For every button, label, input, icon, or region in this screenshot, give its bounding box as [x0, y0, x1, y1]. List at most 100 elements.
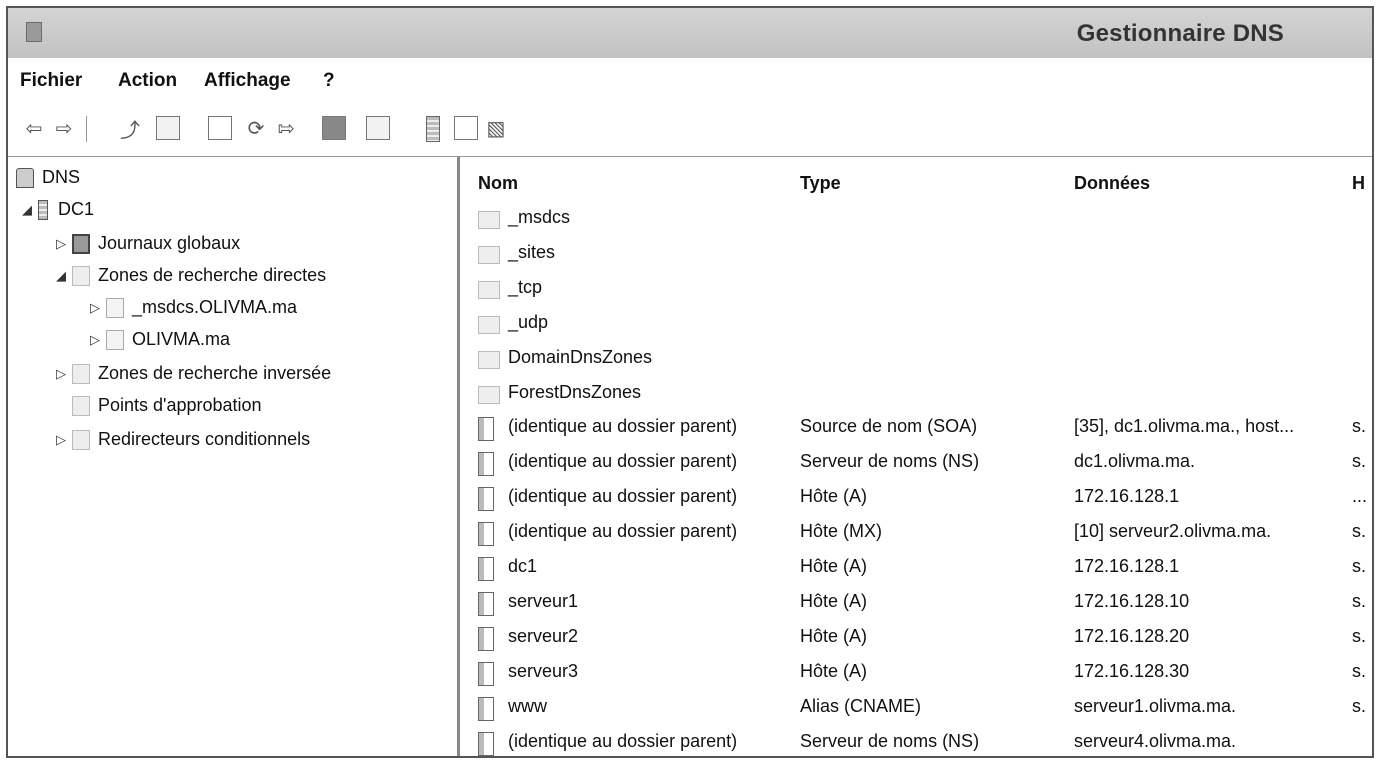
toolbar: ⇦ ⇨ ⤴ ⟳ ⇰ ▧	[8, 102, 1372, 157]
back-arrow-icon[interactable]: ⇦	[22, 116, 46, 140]
expand-arrow-icon[interactable]: ▷	[56, 366, 72, 382]
record-icon	[478, 557, 494, 581]
table-row[interactable]: ForestDnsZones	[460, 378, 1372, 410]
cell-type: Hôte (A)	[800, 590, 868, 611]
tree-node-dns[interactable]: DNS	[16, 167, 80, 188]
folder-icon	[478, 280, 500, 299]
export-list-icon[interactable]: ⇰	[274, 116, 298, 140]
properties-icon[interactable]	[208, 116, 232, 140]
new-record-icon[interactable]	[454, 116, 478, 140]
menu-help[interactable]: ?	[323, 70, 335, 92]
cell-data: dc1.olivma.ma.	[1074, 451, 1196, 472]
app-icon[interactable]	[26, 22, 42, 42]
cell-name: serveur3	[508, 660, 579, 681]
table-row[interactable]: dc1 Hôte (A) 172.16.128.1 s.	[460, 552, 1372, 584]
table-row[interactable]: _sites	[460, 238, 1372, 270]
server-icon[interactable]	[426, 116, 440, 142]
expand-arrow-icon[interactable]: ▷	[90, 300, 106, 316]
action-pane-icon[interactable]	[366, 116, 390, 140]
cell-data: 172.16.128.30	[1074, 660, 1190, 681]
forward-arrow-icon[interactable]: ⇨	[52, 116, 76, 140]
record-icon	[478, 591, 494, 616]
cell-name: serveur2	[508, 625, 579, 646]
tree-label-forward-zones: Zones de recherche directes	[98, 265, 327, 285]
window-title: Gestionnaire DNS	[1076, 20, 1284, 47]
collapse-arrow-icon[interactable]: ◢	[56, 268, 72, 284]
new-zone-icon[interactable]: ▧	[484, 116, 508, 140]
tree-node-zone-msdcs[interactable]: ▷ _msdcs.OLIVMA.ma	[90, 297, 297, 318]
column-header-data[interactable]: Données	[1074, 173, 1150, 194]
menu-fichier[interactable]: Fichier	[20, 70, 82, 92]
table-row[interactable]: (identique au dossier parent) Hôte (MX) [1…	[460, 517, 1372, 549]
folder-icon	[72, 265, 90, 286]
tree-node-zone-olivma[interactable]: ▷ OLIVMA.ma	[90, 329, 230, 350]
table-row[interactable]: serveur1 Hôte (A) 172.16.128.10 s.	[460, 587, 1372, 619]
column-header-timestamp[interactable]: H	[1352, 173, 1365, 194]
table-row[interactable]: serveur2 Hôte (A) 172.16.128.20 s.	[460, 622, 1372, 654]
folder-icon	[478, 385, 500, 404]
cell-timestamp: s.	[1352, 625, 1367, 646]
table-row[interactable]: (identique au dossier parent) Hôte (A) 172…	[460, 482, 1372, 514]
table-row[interactable]: (identique au dossier parent) Serveur de …	[460, 727, 1372, 757]
column-header-name[interactable]: Nom	[478, 173, 518, 194]
menu-action[interactable]: Action	[118, 70, 177, 92]
cell-name: (identique au dossier parent)	[508, 730, 738, 751]
record-icon	[478, 661, 494, 686]
cell-name: (identique au dossier parent)	[508, 521, 738, 542]
event-log-icon	[72, 233, 90, 254]
column-header-type[interactable]: Type	[800, 173, 841, 194]
cell-type: Source de nom (SOA)	[800, 416, 978, 437]
toolbar-separator	[86, 116, 87, 142]
table-row[interactable]: _msdcs	[460, 203, 1372, 235]
cell-type: Hôte (MX)	[800, 521, 883, 542]
cell-timestamp: s.	[1352, 695, 1367, 716]
record-icon	[478, 452, 494, 477]
expand-arrow-icon[interactable]: ▷	[56, 236, 72, 252]
record-icon	[478, 417, 494, 442]
expand-arrow-icon[interactable]: ▷	[90, 332, 106, 348]
tree-label-dc1: DC1	[58, 199, 95, 219]
collapse-arrow-icon[interactable]: ◢	[22, 202, 38, 218]
cell-name: (identique au dossier parent)	[508, 451, 738, 472]
folder-icon	[478, 350, 500, 369]
cell-type: Serveur de noms (NS)	[800, 451, 980, 472]
records-list-pane: Nom Type Données H _msdcs _sites _tcp _udp D…	[460, 157, 1372, 756]
help-icon[interactable]	[322, 116, 346, 140]
show-hide-tree-icon[interactable]	[156, 116, 180, 140]
server-icon	[38, 199, 48, 220]
tree-label-global-logs: Journaux globaux	[98, 233, 241, 253]
tree-node-conditional-forwarders[interactable]: ▷ Redirecteurs conditionnels	[56, 429, 310, 450]
cell-type: Hôte (A)	[800, 660, 868, 681]
table-row[interactable]: (identique au dossier parent) Source de n…	[460, 412, 1372, 444]
tree-node-trust-points[interactable]: Points d'approbation	[72, 395, 262, 416]
cell-name: (identique au dossier parent)	[508, 416, 738, 437]
record-icon	[478, 731, 494, 756]
cell-timestamp: s.	[1352, 416, 1367, 437]
menu-affichage[interactable]: Affichage	[204, 70, 291, 92]
dns-icon	[16, 167, 34, 188]
cell-data: 172.16.128.10	[1074, 590, 1190, 611]
cell-type: Hôte (A)	[800, 625, 868, 646]
dns-manager-window: Gestionnaire DNS Fichier Action Affichag…	[6, 6, 1374, 758]
table-row[interactable]: www Alias (CNAME) serveur1.olivma.ma. s.	[460, 692, 1372, 724]
up-level-icon[interactable]: ⤴	[118, 116, 142, 142]
cell-name: _sites	[508, 241, 556, 262]
tree-node-forward-zones[interactable]: ◢ Zones de recherche directes	[56, 265, 326, 286]
table-row[interactable]: serveur3 Hôte (A) 172.16.128.30 s.	[460, 657, 1372, 689]
folder-icon	[72, 429, 90, 450]
record-icon	[478, 626, 494, 651]
table-row[interactable]: _tcp	[460, 273, 1372, 305]
cell-data: serveur4.olivma.ma.	[1074, 730, 1237, 751]
table-row[interactable]: DomainDnsZones	[460, 343, 1372, 375]
tree-node-global-logs[interactable]: ▷ Journaux globaux	[56, 233, 240, 254]
table-row[interactable]: (identique au dossier parent) Serveur de …	[460, 447, 1372, 479]
table-row[interactable]: _udp	[460, 308, 1372, 340]
cell-name: DomainDnsZones	[508, 346, 653, 367]
tree-node-dc1[interactable]: ◢ DC1	[22, 199, 94, 220]
expand-arrow-icon[interactable]: ▷	[56, 432, 72, 448]
cell-timestamp: s.	[1352, 556, 1367, 576]
tree-node-reverse-zones[interactable]: ▷ Zones de recherche inversée	[56, 363, 331, 384]
refresh-icon[interactable]: ⟳	[244, 116, 268, 140]
record-icon	[478, 696, 494, 721]
cell-timestamp: s.	[1352, 521, 1367, 542]
